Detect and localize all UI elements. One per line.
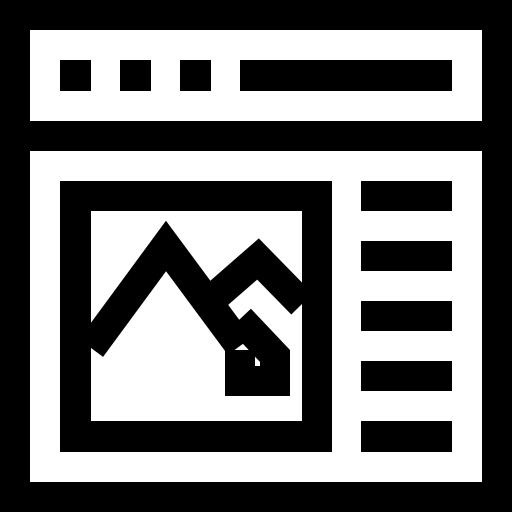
window-dot-icon (180, 60, 211, 91)
browser-window-icon (0, 0, 512, 512)
text-line-5 (361, 421, 452, 452)
window-dot-icon (120, 60, 151, 91)
webpage-layout-icon (0, 0, 512, 512)
text-line-2 (361, 241, 452, 271)
text-line-1 (361, 181, 452, 211)
text-line-4 (361, 361, 452, 391)
window-dot-icon (60, 60, 91, 91)
text-line-3 (361, 301, 452, 331)
address-bar (240, 60, 452, 91)
